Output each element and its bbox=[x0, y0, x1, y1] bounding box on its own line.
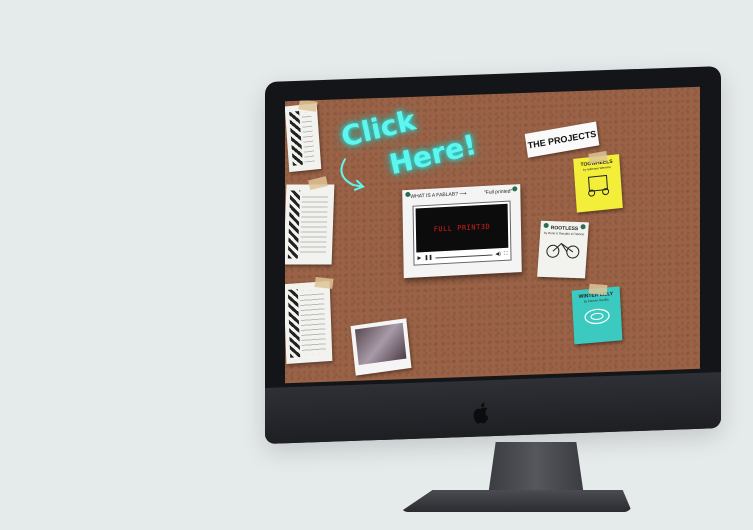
photo-print bbox=[350, 318, 412, 376]
play-icon[interactable]: ▶ bbox=[417, 255, 421, 261]
video-screen-text: FULL PRINT3D bbox=[433, 222, 491, 234]
project-note-winter-lilly[interactable]: WINTER LILLY by Forever Gunilla bbox=[571, 286, 623, 345]
video-card[interactable]: WHAT IS A FABLAB? ⟶ "Full printed" FULL … bbox=[402, 184, 522, 279]
volume-icon[interactable]: ◀) bbox=[495, 251, 501, 257]
monitor-chin bbox=[265, 372, 721, 444]
video-player[interactable]: FULL PRINT3D ▶ ❚❚ ◀) ⛶ bbox=[412, 200, 512, 266]
bicycle-drawing-icon bbox=[546, 242, 580, 259]
video-header-left: WHAT IS A FABLAB? ⟶ bbox=[410, 190, 467, 200]
lilly-drawing-icon bbox=[584, 308, 610, 325]
paper-note-1 bbox=[285, 103, 322, 173]
fullscreen-icon[interactable]: ⛶ bbox=[504, 251, 508, 257]
paper-note-3 bbox=[285, 280, 333, 365]
video-progress-bar[interactable] bbox=[435, 254, 493, 259]
video-header-right: "Full printed" bbox=[484, 188, 513, 196]
project-note-rootless[interactable]: ROOTLESS by Rene & Ronaldo & Fabricio bbox=[537, 220, 589, 279]
paper-note-2 bbox=[285, 184, 335, 265]
apple-logo-icon bbox=[473, 402, 489, 424]
curved-arrow-icon bbox=[340, 158, 365, 191]
imac-monitor: Click Here! WHAT IS A FABLAB? ⟶ "Full pr… bbox=[265, 66, 721, 445]
corkboard-screen: Click Here! WHAT IS A FABLAB? ⟶ "Full pr… bbox=[285, 86, 700, 384]
wheelchair-drawing-icon bbox=[587, 174, 610, 197]
project-note-toowheels[interactable]: TOOWHEELS by Adrienne Wemme bbox=[573, 154, 623, 213]
projects-title: THE PROJECTS bbox=[524, 121, 600, 158]
pause-icon[interactable]: ❚❚ bbox=[424, 255, 432, 261]
monitor-stand-base bbox=[400, 490, 632, 512]
monitor-stand-neck bbox=[488, 442, 584, 496]
